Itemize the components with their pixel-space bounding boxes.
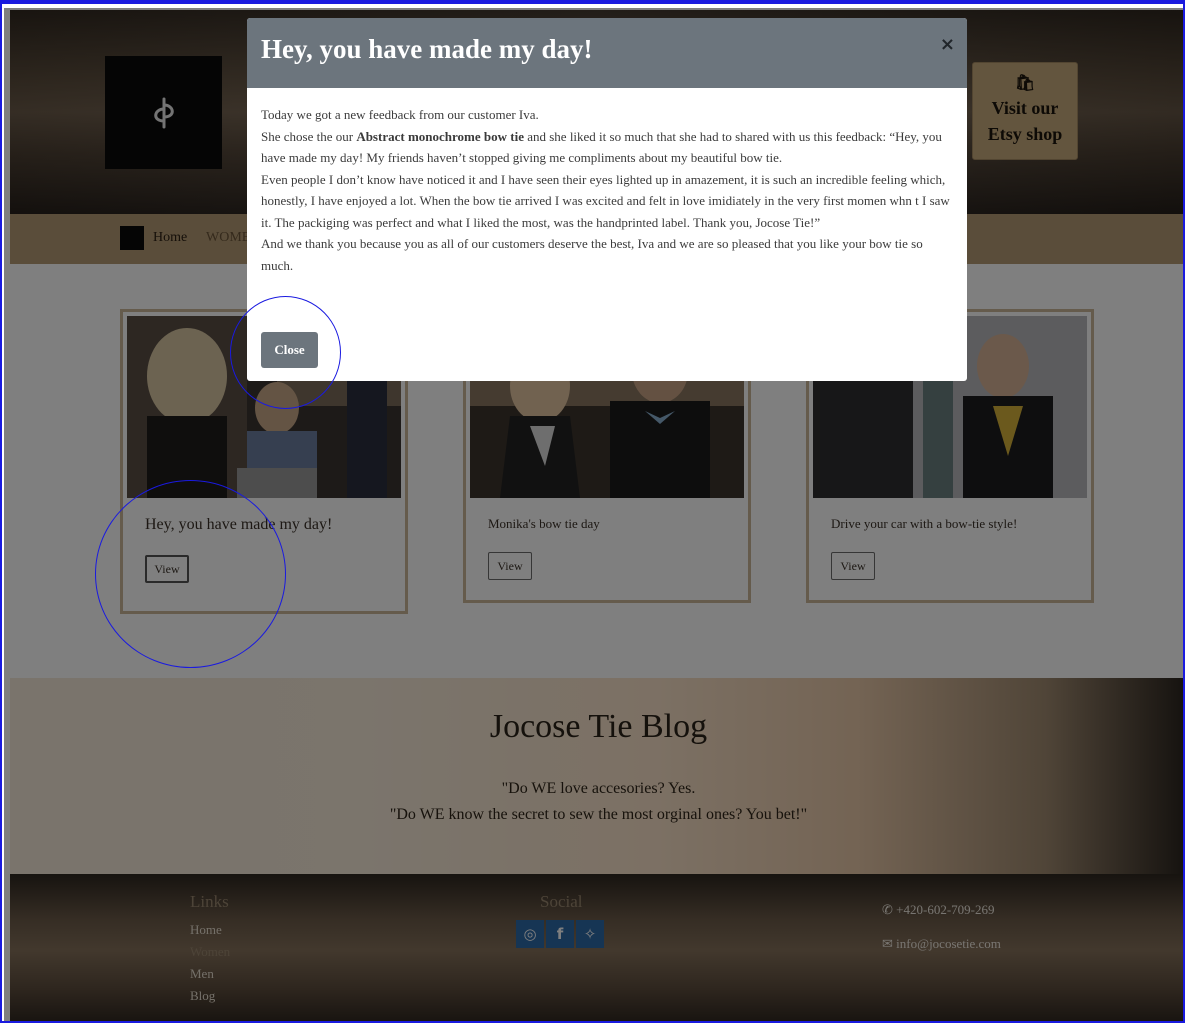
modal-title: Hey, you have made my day! [261,34,593,64]
modal-text-intro: Today we got a new feedback from our cus… [261,107,539,122]
browser-viewport: 🛍 Visit our Etsy shop Home WOME [0,0,1185,1023]
modal-body: Today we got a new feedback from our cus… [261,104,955,276]
annotation-circle [95,480,286,668]
modal-text-details: Even people I don’t know have noticed it… [261,171,950,230]
product-name: Abstract monochrome bow tie [356,128,524,144]
modal-header: Hey, you have made my day! × [247,18,967,88]
annotation-circle [230,296,341,409]
modal-text-feedback: She chose the our Abstract monochrome bo… [261,128,942,166]
feedback-modal: Hey, you have made my day! × Today we go… [247,18,967,381]
close-icon[interactable]: × [940,34,955,55]
modal-text-thanks: And we thank you because you as all of o… [261,236,923,273]
